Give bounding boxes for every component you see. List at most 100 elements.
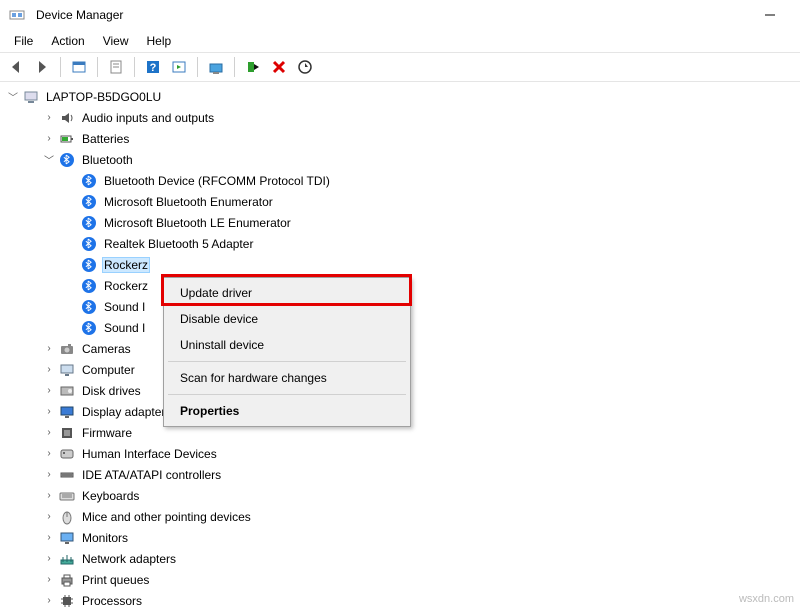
bluetooth-icon: [58, 151, 76, 169]
tree-category[interactable]: › Human Interface Devices: [6, 443, 800, 464]
tree-node-label: Human Interface Devices: [80, 446, 219, 462]
tree-category[interactable]: › Mice and other pointing devices: [6, 506, 800, 527]
caret-right-icon[interactable]: ›: [42, 594, 56, 608]
context-menu-uninstall-device[interactable]: Uninstall device: [166, 332, 408, 358]
caret-right-icon[interactable]: ›: [42, 363, 56, 377]
caret-right-icon[interactable]: ›: [42, 510, 56, 524]
network-icon: [58, 550, 76, 568]
caret-right-icon[interactable]: ›: [42, 384, 56, 398]
toolbar-separator: [134, 57, 135, 77]
tree-node-label: Computer: [80, 362, 137, 378]
device-tree[interactable]: ﹀LAPTOP-B5DGO0LU › Audio inputs and output…: [0, 82, 800, 611]
context-menu-properties[interactable]: Properties: [166, 398, 408, 424]
update-driver-toolbar-button[interactable]: [204, 55, 228, 79]
menu-file[interactable]: File: [6, 32, 41, 50]
tree-category[interactable]: › Processors: [6, 590, 800, 611]
toolbar-separator: [60, 57, 61, 77]
tree-category[interactable]: › Audio inputs and outputs: [6, 107, 800, 128]
tree-node-label: Disk drives: [80, 383, 143, 399]
tree-node-label: Batteries: [80, 131, 131, 147]
uninstall-device-toolbar-button[interactable]: [267, 55, 291, 79]
tree-category[interactable]: ›IDE ATA/ATAPI controllers: [6, 464, 800, 485]
app-icon: [8, 6, 26, 24]
help-toolbar-button[interactable]: ?: [141, 55, 165, 79]
tree-node-label: Audio inputs and outputs: [80, 110, 216, 126]
tree-category[interactable]: › Batteries: [6, 128, 800, 149]
properties-toolbar-button[interactable]: [104, 55, 128, 79]
toolbar: ?: [0, 52, 800, 82]
caret-right-icon[interactable]: ›: [42, 342, 56, 356]
tree-node-label: Bluetooth: [80, 152, 135, 168]
title-bar: Device Manager: [0, 0, 800, 30]
caret-right-icon[interactable]: ›: [42, 531, 56, 545]
window-controls: [748, 1, 792, 29]
bluetooth-icon: [80, 193, 98, 211]
tree-node-label: Sound I: [102, 320, 147, 336]
caret-placeholder: [64, 216, 78, 230]
enable-device-toolbar-button[interactable]: [241, 55, 265, 79]
caret-down-icon[interactable]: ﹀: [42, 153, 56, 167]
caret-right-icon[interactable]: ›: [42, 132, 56, 146]
toolbar-separator: [197, 57, 198, 77]
ide-icon: [58, 466, 76, 484]
bluetooth-icon: [80, 235, 98, 253]
tree-node-label: Sound I: [102, 299, 147, 315]
tree-device[interactable]: Realtek Bluetooth 5 Adapter: [6, 233, 800, 254]
processor-icon: [58, 592, 76, 610]
caret-placeholder: [64, 237, 78, 251]
tree-node-label: Monitors: [80, 530, 130, 546]
display-icon: [58, 403, 76, 421]
tree-node-label: Processors: [80, 593, 144, 609]
show-hide-console-button[interactable]: [67, 55, 91, 79]
tree-node-label: Cameras: [80, 341, 133, 357]
tree-device[interactable]: Rockerz: [6, 254, 800, 275]
bluetooth-icon: [80, 256, 98, 274]
context-menu-update-driver[interactable]: Update driver: [166, 280, 408, 306]
refresh-toolbar-button[interactable]: [167, 55, 191, 79]
watermark: wsxdn.com: [739, 593, 794, 605]
caret-right-icon[interactable]: ›: [42, 489, 56, 503]
caret-right-icon[interactable]: ›: [42, 573, 56, 587]
tree-device[interactable]: Microsoft Bluetooth LE Enumerator: [6, 212, 800, 233]
tree-device[interactable]: Microsoft Bluetooth Enumerator: [6, 191, 800, 212]
speaker-icon: [58, 109, 76, 127]
tree-category[interactable]: ›Network adapters: [6, 548, 800, 569]
hid-icon: [58, 445, 76, 463]
caret-down-icon[interactable]: ﹀: [6, 90, 20, 104]
menu-help[interactable]: Help: [139, 32, 180, 50]
tree-category[interactable]: ›Keyboards: [6, 485, 800, 506]
caret-placeholder: [64, 279, 78, 293]
context-menu-separator: [168, 361, 406, 362]
caret-right-icon[interactable]: ›: [42, 468, 56, 482]
bluetooth-icon: [80, 319, 98, 337]
minimize-button[interactable]: [748, 1, 792, 29]
caret-right-icon[interactable]: ›: [42, 405, 56, 419]
context-menu-disable-device[interactable]: Disable device: [166, 306, 408, 332]
svg-text:?: ?: [150, 62, 157, 74]
menu-view[interactable]: View: [95, 32, 137, 50]
tree-category[interactable]: ﹀ Bluetooth: [6, 149, 800, 170]
tree-node-label: Mice and other pointing devices: [80, 509, 253, 525]
back-button[interactable]: [4, 55, 28, 79]
caret-right-icon[interactable]: ›: [42, 447, 56, 461]
keyboard-icon: [58, 487, 76, 505]
caret-right-icon[interactable]: ›: [42, 552, 56, 566]
caret-right-icon[interactable]: ›: [42, 426, 56, 440]
caret-placeholder: [64, 174, 78, 188]
tree-category[interactable]: › Monitors: [6, 527, 800, 548]
menu-action[interactable]: Action: [43, 32, 92, 50]
scan-hardware-toolbar-button[interactable]: [293, 55, 317, 79]
tree-category[interactable]: ›Print queues: [6, 569, 800, 590]
context-menu: Update driver Disable device Uninstall d…: [163, 277, 411, 427]
bluetooth-icon: [80, 172, 98, 190]
forward-button[interactable]: [30, 55, 54, 79]
caret-placeholder: [64, 195, 78, 209]
tree-node-label: Microsoft Bluetooth LE Enumerator: [102, 215, 293, 231]
bluetooth-icon: [80, 298, 98, 316]
tree-device[interactable]: Bluetooth Device (RFCOMM Protocol TDI): [6, 170, 800, 191]
tree-root-node[interactable]: ﹀LAPTOP-B5DGO0LU: [6, 86, 800, 107]
context-menu-scan-changes[interactable]: Scan for hardware changes: [166, 365, 408, 391]
monitor-device-icon: [58, 529, 76, 547]
caret-right-icon[interactable]: ›: [42, 111, 56, 125]
bluetooth-icon: [80, 277, 98, 295]
